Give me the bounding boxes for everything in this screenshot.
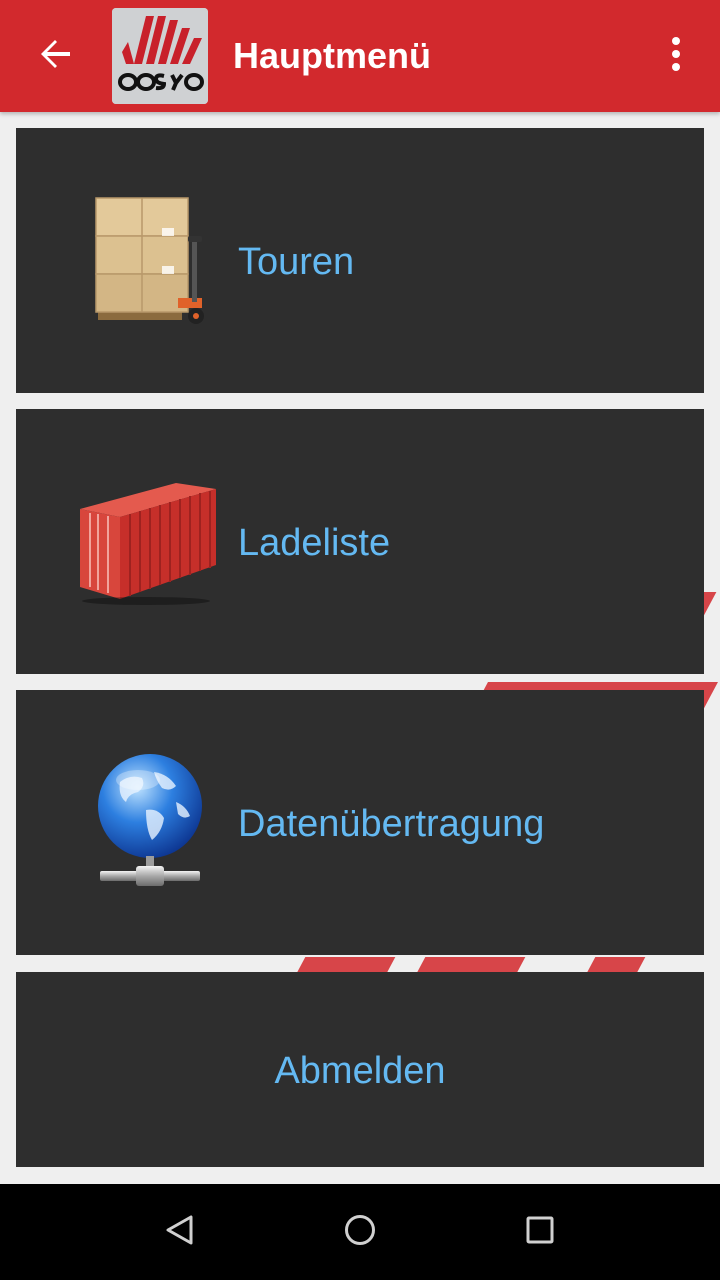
nav-recents-button[interactable]: [516, 1208, 564, 1256]
menu-item-abmelden[interactable]: Abmelden: [16, 972, 704, 1167]
page-title: Hauptmenü: [233, 35, 431, 76]
pallet-jack-boxes-icon: [92, 192, 208, 333]
menu-item-label: Ladeliste: [238, 522, 391, 564]
more-vert-icon: [670, 36, 682, 77]
system-navigation-bar: [0, 1184, 720, 1280]
back-button[interactable]: [20, 20, 92, 92]
nav-back-button[interactable]: [156, 1208, 204, 1256]
arrow-left-icon: [38, 36, 74, 77]
menu-item-label: Datenübertragung: [238, 803, 545, 845]
nav-home-button[interactable]: [336, 1208, 384, 1256]
menu-item-ladeliste[interactable]: Ladeliste: [16, 409, 704, 674]
nav-home-circle-icon: [344, 1214, 376, 1251]
menu-item-label: Touren: [238, 241, 355, 283]
app-bar: Hauptmenü: [0, 0, 720, 112]
nav-back-triangle-icon: [165, 1214, 195, 1251]
menu-item-label: Abmelden: [274, 1050, 446, 1092]
menu-item-touren[interactable]: Touren: [16, 128, 704, 393]
overflow-menu-button[interactable]: [652, 28, 700, 84]
menu-item-datenuebertragung[interactable]: Datenübertragung: [16, 690, 704, 955]
network-globe-icon: [96, 752, 204, 899]
cosyo-logo: [112, 8, 208, 104]
shipping-container-icon: [76, 479, 218, 612]
nav-recents-square-icon: [526, 1216, 554, 1249]
